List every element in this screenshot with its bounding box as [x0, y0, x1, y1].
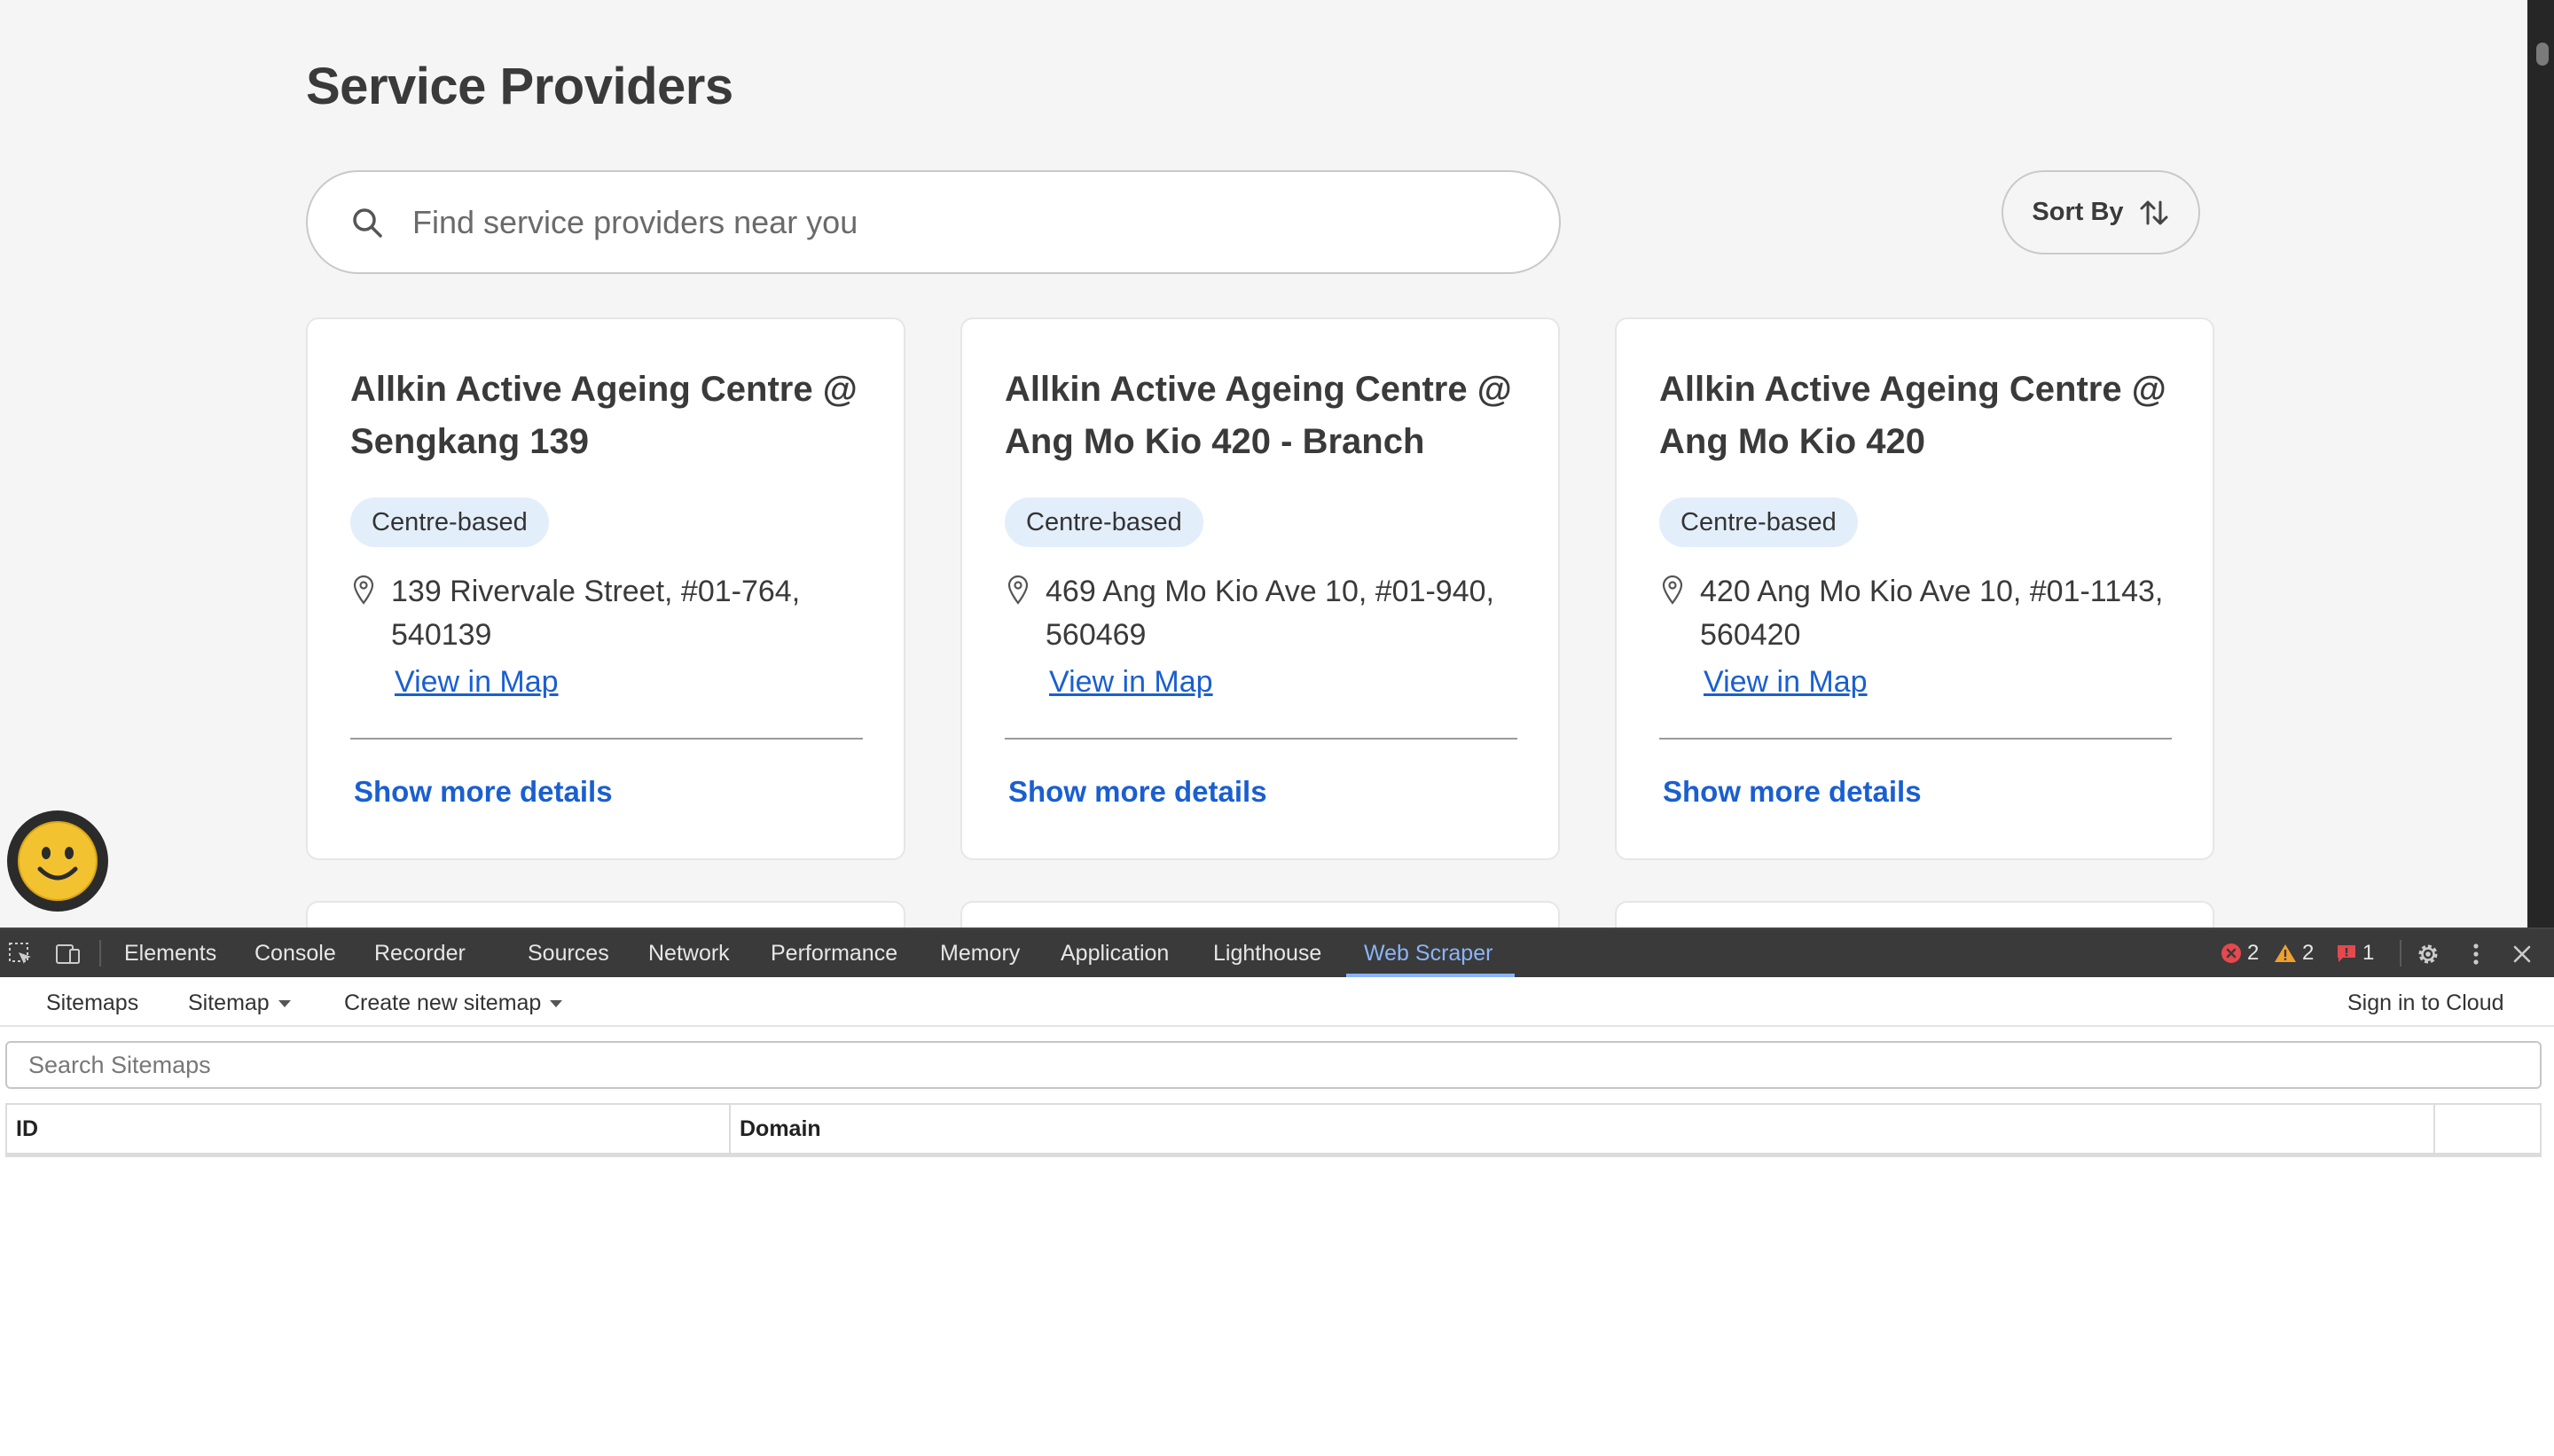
tab-web-scraper[interactable]: Web Scraper	[1364, 929, 1492, 977]
tab-elements[interactable]: Elements	[124, 929, 216, 977]
provider-card: Allkin Active Ageing Centre @ Ang Mo Kio…	[1615, 317, 2214, 860]
search-sitemaps-input[interactable]	[5, 1041, 2542, 1089]
card-divider	[1005, 738, 1517, 740]
provider-card-partial	[306, 901, 905, 928]
column-header-domain[interactable]: Domain	[740, 1105, 821, 1153]
sort-button[interactable]: Sort By	[2002, 170, 2200, 254]
toolbar-separator	[2400, 940, 2401, 967]
search-input[interactable]	[412, 192, 1521, 254]
warning-counter[interactable]: 2	[2274, 929, 2314, 977]
nav-create-new-sitemap-label: Create new sitemap	[344, 990, 542, 1015]
provider-type-badge: Centre-based	[1659, 497, 1858, 547]
gear-icon[interactable]	[2414, 940, 2442, 968]
error-count: 2	[2247, 941, 2260, 965]
web-scraper-nav: Sitemaps Sitemap Create new sitemap Sign…	[0, 979, 2554, 1027]
page-scrollbar[interactable]	[2527, 0, 2554, 928]
page-scrollbar-thumb[interactable]	[2536, 43, 2549, 66]
issue-counter[interactable]: 1	[2336, 929, 2374, 977]
smiley-icon	[18, 821, 98, 901]
tab-recorder[interactable]: Recorder	[374, 929, 466, 977]
issue-icon	[2338, 945, 2355, 962]
devtools-tabbar: Elements Console Recorder Sources Networ…	[0, 929, 2554, 977]
provider-name: Allkin Active Ageing Centre @ Sengkang 1…	[350, 370, 858, 461]
provider-name: Allkin Active Ageing Centre @ Ang Mo Kio…	[1005, 370, 1512, 461]
tab-performance[interactable]: Performance	[771, 929, 897, 977]
nav-sitemaps[interactable]: Sitemaps	[46, 979, 138, 1027]
sort-label: Sort By	[2032, 198, 2124, 226]
feedback-widget[interactable]	[7, 810, 108, 912]
provider-address: 469 Ang Mo Kio Ave 10, #01-940, 560469	[1046, 575, 1494, 652]
chevron-down-icon	[550, 1000, 563, 1008]
sign-in-to-cloud-button[interactable]: Sign in to Cloud	[2347, 979, 2504, 1027]
chevron-down-icon	[278, 1000, 291, 1008]
issue-count: 1	[2362, 941, 2375, 965]
card-divider	[350, 738, 863, 740]
tab-sources[interactable]: Sources	[528, 929, 609, 977]
inspect-element-icon[interactable]	[7, 941, 34, 967]
device-toggle-icon[interactable]	[55, 941, 82, 967]
provider-card: Allkin Active Ageing Centre @ Sengkang 1…	[306, 317, 905, 860]
provider-address: 420 Ang Mo Kio Ave 10, #01-1143, 560420	[1700, 575, 2164, 652]
sort-icon	[2140, 200, 2168, 224]
search-box[interactable]	[306, 170, 1561, 274]
toolbar-separator	[99, 940, 101, 967]
search-icon	[353, 208, 382, 238]
tab-memory[interactable]: Memory	[940, 929, 1020, 977]
view-in-map-link[interactable]: View in Map	[395, 665, 559, 700]
location-pin-icon	[1007, 575, 1029, 605]
location-pin-icon	[1662, 575, 1683, 605]
tab-application[interactable]: Application	[1061, 929, 1169, 977]
provider-type-badge: Centre-based	[350, 497, 549, 547]
nav-create-new-sitemap-dropdown[interactable]: Create new sitemap	[344, 979, 563, 1027]
column-separator	[2433, 1105, 2435, 1153]
nav-sitemap-dropdown[interactable]: Sitemap	[188, 979, 291, 1027]
tab-lighthouse[interactable]: Lighthouse	[1213, 929, 1321, 977]
more-vertical-icon[interactable]	[2462, 940, 2490, 968]
error-counter[interactable]: 2	[2221, 929, 2259, 977]
show-more-details-link[interactable]: Show more details	[1663, 775, 1922, 809]
tab-console[interactable]: Console	[255, 929, 336, 977]
location-pin-icon	[353, 575, 374, 605]
tab-network[interactable]: Network	[648, 929, 730, 977]
sitemaps-table-header: ID Domain	[5, 1103, 2542, 1155]
page-title: Service Providers	[306, 58, 733, 115]
table-bottom-border	[5, 1155, 2542, 1157]
show-more-details-link[interactable]: Show more details	[1008, 775, 1267, 809]
nav-sitemap-label: Sitemap	[188, 990, 270, 1015]
warning-icon	[2275, 944, 2296, 962]
provider-type-badge: Centre-based	[1005, 497, 1203, 547]
active-tab-indicator	[1346, 974, 1515, 977]
web-page: Service Providers Sort By Allkin Active …	[0, 0, 2554, 928]
column-header-id[interactable]: ID	[16, 1105, 38, 1153]
provider-card: Allkin Active Ageing Centre @ Ang Mo Kio…	[960, 317, 1560, 860]
close-icon[interactable]	[2508, 940, 2536, 968]
view-in-map-link[interactable]: View in Map	[1049, 665, 1213, 700]
card-divider	[1659, 738, 2172, 740]
devtools-panel: Elements Console Recorder Sources Networ…	[0, 928, 2554, 1456]
provider-name: Allkin Active Ageing Centre @ Ang Mo Kio…	[1659, 370, 2166, 461]
view-in-map-link[interactable]: View in Map	[1704, 665, 1868, 700]
provider-card-partial	[1615, 901, 2214, 928]
warning-count: 2	[2302, 941, 2315, 965]
column-separator	[729, 1105, 731, 1153]
provider-address: 139 Rivervale Street, #01-764, 540139	[391, 575, 801, 652]
provider-card-partial	[960, 901, 1560, 928]
error-icon	[2221, 943, 2241, 963]
show-more-details-link[interactable]: Show more details	[354, 775, 613, 809]
